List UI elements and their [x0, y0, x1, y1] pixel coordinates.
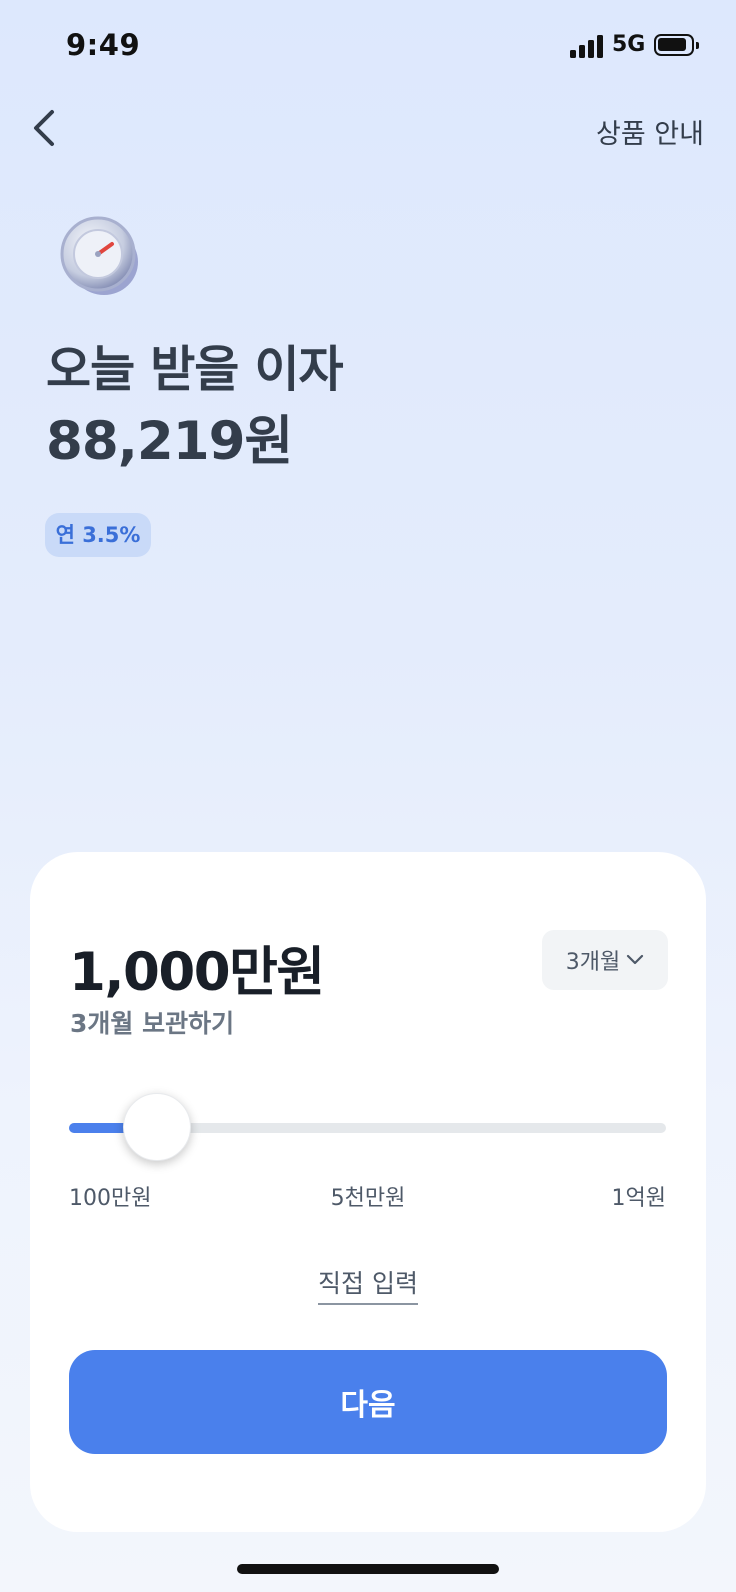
next-button[interactable]: 다음	[69, 1350, 667, 1454]
product-info-link[interactable]: 상품 안내	[596, 112, 704, 151]
direct-input-wrapper: 직접 입력	[30, 1264, 706, 1305]
direct-input-link[interactable]: 직접 입력	[318, 1269, 418, 1305]
status-bar: 9:49 5G	[0, 0, 736, 90]
amount-slider[interactable]	[69, 1092, 666, 1164]
chevron-down-icon	[627, 954, 644, 965]
deposit-amount: 1,000만원	[69, 942, 325, 1003]
home-indicator	[237, 1564, 499, 1574]
timer-icon	[54, 208, 142, 296]
period-select[interactable]: 3개월	[542, 930, 668, 990]
period-select-label: 3개월	[565, 950, 621, 975]
status-time: 9:49	[66, 28, 141, 62]
slider-thumb[interactable]	[122, 1093, 191, 1161]
interest-headline: 오늘 받을 이자	[46, 341, 344, 398]
network-type: 5G	[612, 32, 646, 57]
slider-max-label: 1억원	[611, 1186, 666, 1211]
battery-icon	[654, 34, 699, 56]
back-button[interactable]	[28, 106, 68, 150]
chevron-left-icon	[34, 110, 54, 146]
keep-period-label: 3개월 보관하기	[70, 1009, 235, 1038]
rate-badge: 연 3.5%	[45, 513, 151, 557]
deposit-card: 1,000만원 3개월 3개월 보관하기 100만원 5천만원 1억원 직접 입…	[30, 852, 706, 1532]
cellular-signal-icon	[570, 34, 604, 58]
interest-amount: 88,219원	[46, 411, 293, 472]
slider-mid-label: 5천만원	[330, 1186, 406, 1211]
